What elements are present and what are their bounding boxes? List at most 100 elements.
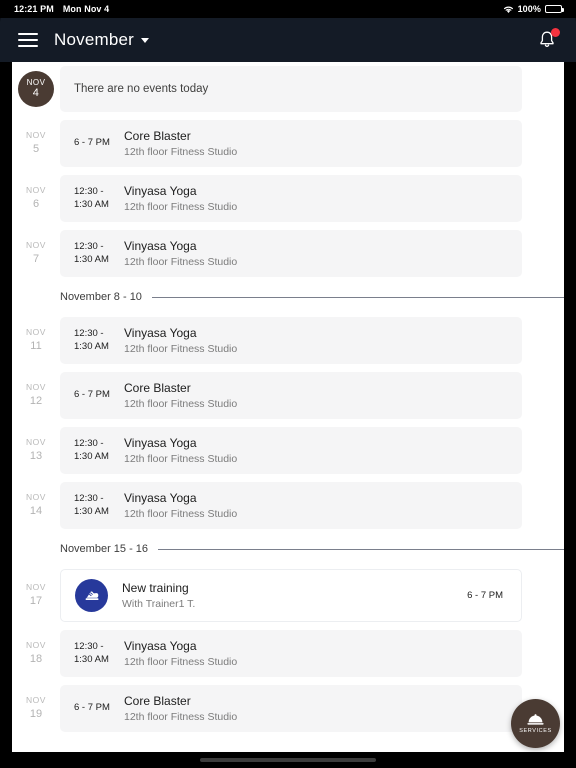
separator-line [151,296,564,298]
event-body: Vinyasa Yoga 12th floor Fitness Studio [124,184,508,213]
notification-badge-dot [551,28,560,37]
agenda-row[interactable]: NOV 17 New training With Trainer1 T. 6 - 7 P… [12,565,564,626]
event-title: Core Blaster [124,129,191,143]
event-title: Core Blaster [124,694,191,708]
agenda-row[interactable]: NOV 11 12:30 -1:30 AM Vinyasa Yoga 12th floo… [12,313,564,368]
agenda-date-day: 5 [32,142,40,155]
agenda-list[interactable]: NOV 4 There are no events today NOV 5 6 - 7 P… [12,62,564,752]
event-time: 6 - 7 PM [74,137,110,149]
event-time: 12:30 -1:30 AM [74,240,109,265]
event-title: Vinyasa Yoga [124,436,197,450]
event-title: Core Blaster [124,381,191,395]
event-card[interactable]: 12:30 -1:30 AM Vinyasa Yoga 12th floor Fit… [60,482,522,529]
agenda-date: NOV 7 [12,226,60,281]
agenda-date-today: NOV 4 [12,62,60,116]
services-fab-label: SERVICES [519,728,552,734]
event-time: 12:30 -1:30 AM [74,185,109,210]
event-title: Vinyasa Yoga [124,239,197,253]
no-events-card: There are no events today [60,66,522,112]
event-card[interactable]: 12:30 -1:30 AM Vinyasa Yoga 12th floor Fit… [60,427,522,474]
event-subtitle: 12th floor Fitness Studio [124,508,238,520]
agenda-date-day: 19 [29,707,43,720]
event-subtitle: 12th floor Fitness Studio [124,656,238,668]
today-badge: NOV 4 [18,71,54,107]
event-time: 12:30 -1:30 AM [74,640,109,665]
event-card[interactable]: 6 - 7 PM Core Blaster 12th floor Fitness S… [60,120,522,167]
agenda-row[interactable]: NOV 5 6 - 7 PM Core Blaster 12th floor Fitne… [12,116,564,171]
agenda-date: NOV 14 [12,478,60,533]
agenda-row[interactable]: NOV 6 12:30 -1:30 AM Vinyasa Yoga 12th floor… [12,171,564,226]
agenda-row[interactable]: NOV 14 12:30 -1:30 AM Vinyasa Yoga 12th floo… [12,478,564,533]
agenda-row[interactable]: NOV 19 6 - 7 PM Core Blaster 12th floor Fitn… [12,681,564,736]
agenda-date-month: NOV [26,695,46,706]
event-title: New training [122,581,189,595]
agenda-date-day: 11 [30,339,42,352]
agenda-date: NOV 5 [12,116,60,171]
agenda-group-label: November 8 - 10 [60,291,142,303]
app-header-bar: November [0,18,576,62]
agenda-date: NOV 12 [12,368,60,423]
status-bar-left: 12:21 PM Mon Nov 4 [14,4,109,14]
agenda-date-day: 12 [29,394,43,407]
agenda-date-month: NOV [26,240,46,251]
home-indicator [200,758,376,762]
no-events-text: There are no events today [74,83,209,95]
event-body: Vinyasa Yoga 12th floor Fitness Studio [124,239,508,268]
event-card[interactable]: 12:30 -1:30 AM Vinyasa Yoga 12th floor Fit… [60,230,522,277]
event-title: Vinyasa Yoga [124,639,197,653]
ios-status-bar: 12:21 PM Mon Nov 4 100% [0,0,576,18]
agenda-row[interactable]: NOV 12 6 - 7 PM Core Blaster 12th floor Fitn… [12,368,564,423]
status-bar-time: 12:21 PM [14,4,54,14]
event-card[interactable]: 12:30 -1:30 AM Vinyasa Yoga 12th floor Fit… [60,630,522,677]
agenda-date-month: NOV [26,130,46,141]
agenda-date: NOV 13 [12,423,60,478]
event-body: Vinyasa Yoga 12th floor Fitness Studio [124,326,508,355]
agenda-date: NOV 18 [12,626,60,681]
event-card[interactable]: 12:30 -1:30 AM Vinyasa Yoga 12th floor Fit… [60,317,522,364]
wifi-icon [503,5,514,14]
chevron-down-icon[interactable] [141,37,150,43]
agenda-date-day: 7 [32,252,40,265]
event-subtitle: 12th floor Fitness Studio [124,201,238,213]
services-fab-button[interactable]: SERVICES [511,699,560,748]
event-subtitle: With Trainer1 T. [122,598,196,610]
today-day: 4 [32,87,40,100]
agenda-date-month: NOV [26,582,46,593]
agenda-date: NOV 19 [12,681,60,736]
hamburger-menu-icon[interactable] [18,33,38,47]
event-body: Core Blaster 12th floor Fitness Studio [124,381,508,410]
notification-bell-button[interactable] [536,28,560,51]
sneaker-icon [75,579,108,612]
agenda-row[interactable]: NOV 7 12:30 -1:30 AM Vinyasa Yoga 12th floor… [12,226,564,281]
status-bar-right: 100% [503,4,564,14]
event-card[interactable]: 6 - 7 PM Core Blaster 12th floor Fitness S… [60,372,522,419]
agenda-date-day: 13 [29,449,43,462]
status-bar-date: Mon Nov 4 [62,4,110,14]
event-subtitle: 12th floor Fitness Studio [124,146,238,158]
event-body: Vinyasa Yoga 12th floor Fitness Studio [124,491,508,520]
battery-icon [545,5,564,13]
event-time: 12:30 -1:30 AM [74,437,109,462]
agenda-group-separator: November 15 - 16 [12,533,564,565]
agenda-row[interactable]: NOV 13 12:30 -1:30 AM Vinyasa Yoga 12th floo… [12,423,564,478]
agenda-date-month: NOV [26,382,46,393]
event-body: New training With Trainer1 T. [122,581,467,610]
training-event-card[interactable]: New training With Trainer1 T. 6 - 7 PM [60,569,522,622]
event-time: 6 - 7 PM [74,702,110,714]
service-bell-icon [527,714,544,725]
event-body: Core Blaster 12th floor Fitness Studio [124,129,508,158]
agenda-date-month: NOV [26,437,46,448]
agenda-row[interactable]: NOV 4 There are no events today [12,62,564,116]
page-title[interactable]: November [54,30,134,50]
event-card[interactable]: 12:30 -1:30 AM Vinyasa Yoga 12th floor Fit… [60,175,522,222]
event-card[interactable]: 6 - 7 PM Core Blaster 12th floor Fitness S… [60,685,522,732]
event-title: Vinyasa Yoga [124,184,197,198]
event-title: Vinyasa Yoga [124,491,197,505]
agenda-date: NOV 6 [12,171,60,226]
agenda-date-month: NOV [26,492,46,503]
agenda-group-separator: November 8 - 10 [12,281,564,313]
agenda-row[interactable]: NOV 18 12:30 -1:30 AM Vinyasa Yoga 12th floo… [12,626,564,681]
event-time: 6 - 7 PM [74,389,110,401]
agenda-date: NOV 17 [12,565,60,626]
agenda-date-day: 14 [29,504,43,517]
